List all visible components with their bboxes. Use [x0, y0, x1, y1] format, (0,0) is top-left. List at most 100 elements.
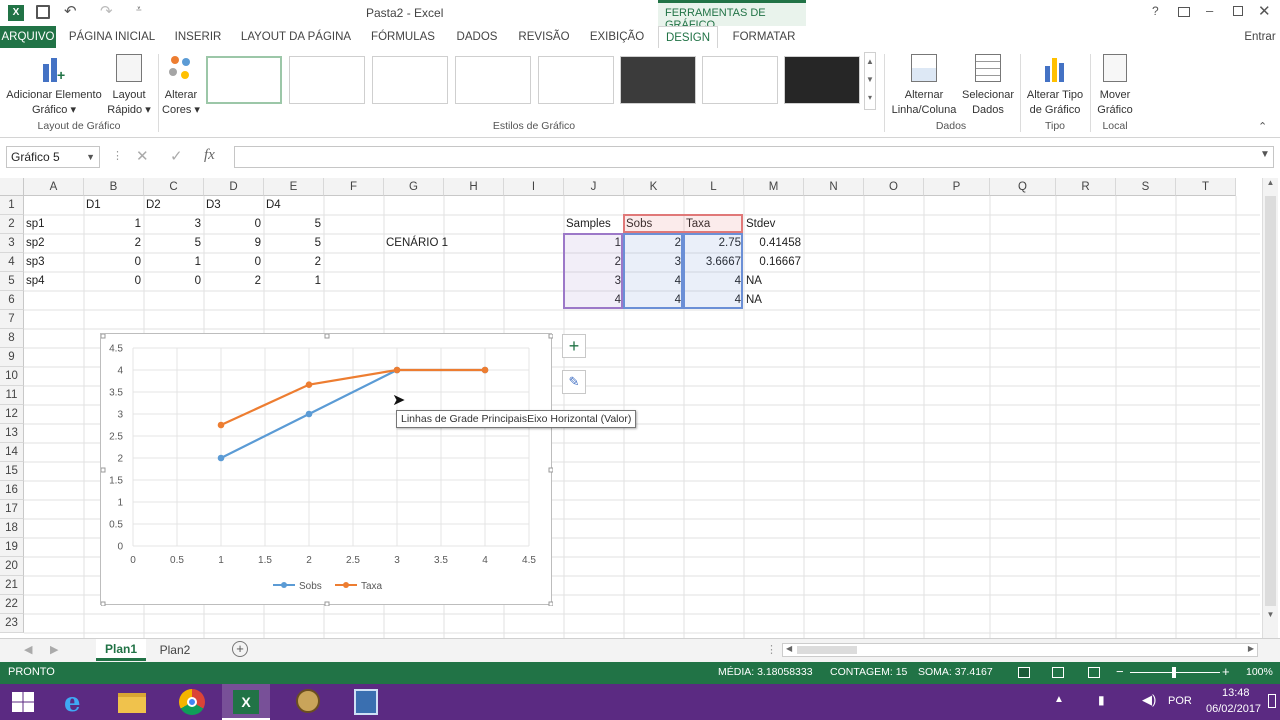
- chart-style-2[interactable]: [289, 56, 365, 104]
- cell-c1[interactable]: D2: [144, 196, 204, 215]
- column-header-n[interactable]: N: [804, 178, 864, 196]
- sheet-prev-icon[interactable]: ◀: [24, 643, 32, 656]
- redo-icon[interactable]: ↷: [100, 2, 113, 20]
- chart-styles-button[interactable]: ✎: [562, 370, 586, 394]
- column-header-e[interactable]: E: [264, 178, 324, 196]
- cell-c3[interactable]: 5: [144, 234, 204, 253]
- chart-style-1[interactable]: [206, 56, 282, 104]
- new-sheet-icon[interactable]: +: [232, 641, 248, 657]
- expand-formula-icon[interactable]: ▼: [1260, 149, 1270, 160]
- gallery-scroll[interactable]: ▲ ▼ ▾: [864, 52, 876, 110]
- add-chart-element-button[interactable]: + Adicionar Elemento Gráfico ▾: [4, 54, 104, 118]
- row-header-3[interactable]: 3: [0, 234, 24, 253]
- scroll-down-icon[interactable]: ▼: [1263, 610, 1278, 624]
- column-header-s[interactable]: S: [1116, 178, 1176, 196]
- row-header-16[interactable]: 16: [0, 481, 24, 500]
- chrome-button[interactable]: [168, 684, 216, 720]
- cell-e4[interactable]: 2: [264, 253, 324, 272]
- column-header-o[interactable]: O: [864, 178, 924, 196]
- cell-a2[interactable]: sp1: [24, 215, 84, 234]
- row-header-10[interactable]: 10: [0, 367, 24, 386]
- change-colors-button[interactable]: Alterar Cores ▾: [160, 54, 202, 118]
- column-header-h[interactable]: H: [444, 178, 504, 196]
- row-header-18[interactable]: 18: [0, 519, 24, 538]
- cell-d3[interactable]: 9: [204, 234, 264, 253]
- name-box[interactable]: Gráfico 5 ▼: [6, 146, 100, 168]
- tab-home[interactable]: PÁGINA INICIAL: [62, 26, 162, 48]
- vertical-scrollbar[interactable]: ▲ ▼: [1262, 178, 1278, 638]
- column-header-m[interactable]: M: [744, 178, 804, 196]
- row-header-8[interactable]: 8: [0, 329, 24, 348]
- tab-splitter-icon[interactable]: ⋮: [766, 643, 777, 656]
- row-header-5[interactable]: 5: [0, 272, 24, 291]
- tab-review[interactable]: REVISÃO: [512, 26, 576, 48]
- clock-time[interactable]: 13:48: [1222, 687, 1250, 699]
- page-layout-view-icon[interactable]: [1052, 667, 1064, 678]
- chart-object[interactable]: 0 0.5 1 1.5 2 2.5 3 3.5 4 4.5 0 0.5 1 1.5 2 2.5 3 3.5 4 4.5…: [100, 333, 553, 606]
- change-chart-type-button[interactable]: Alterar Tipo de Gráfico: [1022, 54, 1088, 118]
- volume-icon[interactable]: ◀): [1142, 692, 1156, 708]
- column-header-j[interactable]: J: [564, 178, 624, 196]
- cell-d4[interactable]: 0: [204, 253, 264, 272]
- cell-b5[interactable]: 0: [84, 272, 144, 291]
- cell-c4[interactable]: 1: [144, 253, 204, 272]
- row-header-14[interactable]: 14: [0, 443, 24, 462]
- formula-input[interactable]: [234, 146, 1274, 168]
- undo-icon[interactable]: ↶: [64, 2, 77, 20]
- cell-a3[interactable]: sp2: [24, 234, 84, 253]
- cell-a4[interactable]: sp3: [24, 253, 84, 272]
- cell-e1[interactable]: D4: [264, 196, 324, 215]
- sheet-next-icon[interactable]: ▶: [50, 643, 58, 656]
- scroll-up-icon[interactable]: ▲: [1263, 178, 1278, 192]
- hscroll-right-icon[interactable]: ▶: [1248, 644, 1254, 653]
- line-chart[interactable]: 0 0.5 1 1.5 2 2.5 3 3.5 4 4.5 0 0.5 1 1.5 2 2.5 3 3.5 4 4.5…: [101, 334, 553, 606]
- chart-styles-gallery[interactable]: [204, 48, 864, 114]
- cell-g3[interactable]: CENÁRIO 1: [384, 234, 504, 253]
- row-header-9[interactable]: 9: [0, 348, 24, 367]
- app-disk-button[interactable]: [342, 684, 390, 720]
- chart-style-4[interactable]: [455, 56, 531, 104]
- row-header-21[interactable]: 21: [0, 576, 24, 595]
- switch-row-column-button[interactable]: Alternar Linha/Coluna: [886, 54, 962, 118]
- cell-c5[interactable]: 0: [144, 272, 204, 291]
- cell-j2[interactable]: Samples: [564, 215, 624, 234]
- tray-overflow-icon[interactable]: ▲: [1054, 694, 1064, 705]
- cell-e3[interactable]: 5: [264, 234, 324, 253]
- column-header-r[interactable]: R: [1056, 178, 1116, 196]
- sign-in-link[interactable]: Entrar: [1240, 26, 1280, 48]
- select-data-button[interactable]: Selecionar Dados: [960, 54, 1016, 118]
- cell-d1[interactable]: D3: [204, 196, 264, 215]
- row-header-7[interactable]: 7: [0, 310, 24, 329]
- tab-view[interactable]: EXIBIÇÃO: [584, 26, 650, 48]
- column-header-c[interactable]: C: [144, 178, 204, 196]
- row-header-1[interactable]: 1: [0, 196, 24, 215]
- restore-icon[interactable]: [1233, 6, 1243, 16]
- row-header-20[interactable]: 20: [0, 557, 24, 576]
- minimize-icon[interactable]: –: [1206, 3, 1213, 18]
- column-header-k[interactable]: K: [624, 178, 684, 196]
- column-header-t[interactable]: T: [1176, 178, 1236, 196]
- column-header-i[interactable]: I: [504, 178, 564, 196]
- cell-b4[interactable]: 0: [84, 253, 144, 272]
- zoom-out-icon[interactable]: −: [1116, 664, 1124, 679]
- row-header-15[interactable]: 15: [0, 462, 24, 481]
- tab-format[interactable]: FORMATAR: [724, 26, 804, 48]
- sheet-tab-plan2[interactable]: Plan2: [150, 639, 200, 661]
- cell-b2[interactable]: 1: [84, 215, 144, 234]
- collapse-ribbon-icon[interactable]: ⌃: [1258, 120, 1267, 133]
- cell-m4[interactable]: 0.16667: [744, 253, 804, 272]
- cell-m3[interactable]: 0.41458: [744, 234, 804, 253]
- zoom-level[interactable]: 100%: [1246, 666, 1273, 678]
- save-icon[interactable]: [36, 5, 50, 19]
- horizontal-scrollbar[interactable]: ◀ ▶: [782, 643, 1258, 657]
- cell-a5[interactable]: sp4: [24, 272, 84, 291]
- column-header-q[interactable]: Q: [990, 178, 1056, 196]
- clock-date[interactable]: 06/02/2017: [1206, 703, 1261, 715]
- cell-b3[interactable]: 2: [84, 234, 144, 253]
- column-header-g[interactable]: G: [384, 178, 444, 196]
- row-header-4[interactable]: 4: [0, 253, 24, 272]
- row-header-12[interactable]: 12: [0, 405, 24, 424]
- close-icon[interactable]: ✕: [1258, 2, 1271, 20]
- page-break-view-icon[interactable]: [1088, 667, 1100, 678]
- row-header-2[interactable]: 2: [0, 215, 24, 234]
